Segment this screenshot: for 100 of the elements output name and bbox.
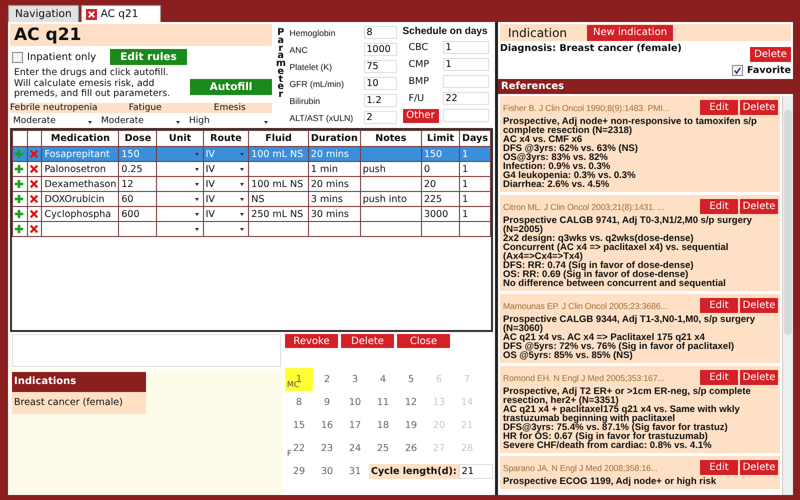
reference-text: AC q21 x4 vs. AC x4 => Paclitaxel 175 q21 x4 bbox=[503, 333, 705, 342]
day-number[interactable]: 19 bbox=[404, 420, 418, 431]
reference-text: HR for OS: 0.67 (Sig in favor for trastuzumab) bbox=[503, 432, 708, 441]
add-icon[interactable] bbox=[14, 164, 24, 174]
delete-button[interactable]: Delete bbox=[740, 100, 778, 115]
checkbox[interactable] bbox=[732, 65, 743, 76]
indication-item[interactable]: Breast cancer (female) bbox=[12, 392, 146, 414]
day-number[interactable]: 31 bbox=[348, 466, 362, 477]
scrollbar[interactable] bbox=[782, 96, 793, 495]
input-field[interactable]: 1.2 bbox=[364, 94, 396, 107]
table-cell: 20 mins bbox=[308, 176, 360, 192]
delete-icon[interactable] bbox=[28, 194, 39, 204]
table-cell: 1 bbox=[460, 192, 490, 206]
dropdown[interactable] bbox=[156, 162, 204, 176]
delete-icon[interactable] bbox=[28, 179, 39, 189]
day-number[interactable]: 23 bbox=[320, 443, 334, 454]
tab[interactable]: Navigation bbox=[8, 5, 79, 22]
day-number[interactable]: 24 bbox=[348, 443, 362, 454]
day-number[interactable]: 18 bbox=[376, 420, 390, 431]
delete-icon[interactable] bbox=[28, 224, 39, 234]
input-field[interactable]: 2 bbox=[364, 111, 396, 124]
edit-rules-button[interactable]: Edit rules bbox=[110, 49, 187, 65]
day-number[interactable]: 25 bbox=[376, 443, 390, 454]
action-button[interactable]: Delete bbox=[341, 334, 394, 348]
day-number[interactable]: 10 bbox=[348, 397, 362, 408]
dropdown[interactable] bbox=[156, 222, 204, 236]
action-button[interactable]: Close bbox=[397, 334, 450, 348]
dropdown[interactable]: IV bbox=[203, 146, 249, 162]
input-field[interactable] bbox=[442, 109, 488, 122]
dropdown[interactable]: IV bbox=[203, 162, 249, 176]
day-number[interactable]: 11 bbox=[376, 397, 390, 408]
input-field[interactable]: 1 bbox=[442, 41, 488, 54]
tab[interactable]: AC q21 bbox=[80, 5, 162, 22]
add-icon[interactable] bbox=[14, 224, 24, 234]
add-icon[interactable] bbox=[14, 209, 24, 219]
day-number[interactable]: 2 bbox=[324, 374, 330, 385]
input-field[interactable]: 10 bbox=[364, 77, 396, 90]
checkbox[interactable] bbox=[12, 52, 23, 62]
dropdown[interactable]: IV bbox=[203, 176, 249, 192]
day-number[interactable]: 4 bbox=[380, 374, 386, 385]
caret-icon bbox=[194, 213, 199, 216]
citation-link[interactable]: Sparano JA. N Engl J Med 2008;358:16... bbox=[503, 462, 698, 472]
toxicity-label: Emesis bbox=[212, 102, 247, 113]
dropdown[interactable]: IV bbox=[203, 192, 249, 206]
edit-button[interactable]: Edit bbox=[700, 100, 738, 115]
delete-button[interactable]: Delete bbox=[750, 47, 791, 62]
other-button[interactable]: Other bbox=[402, 108, 438, 122]
delete-button[interactable]: Delete bbox=[740, 199, 778, 214]
table-cell: 30 mins bbox=[308, 206, 360, 222]
day-number[interactable]: 5 bbox=[408, 374, 414, 385]
day-number[interactable]: 8 bbox=[296, 397, 302, 408]
day-number[interactable]: 3 bbox=[352, 374, 358, 385]
new-indication-button[interactable]: New indication bbox=[587, 24, 674, 40]
edit-button[interactable]: Edit bbox=[700, 298, 738, 313]
toxicity-dropdown[interactable]: Moderate bbox=[98, 115, 184, 128]
day-number[interactable]: 22 bbox=[292, 443, 306, 454]
day-number[interactable]: 26 bbox=[404, 443, 418, 454]
citation-link[interactable]: Mamounas EP. J Clin Oncol 2005;23:3686... bbox=[503, 300, 698, 310]
notes-field[interactable] bbox=[12, 334, 281, 367]
toxicity-dropdown[interactable]: Moderate bbox=[10, 115, 96, 128]
input-field[interactable]: 21 bbox=[458, 464, 493, 479]
close-icon[interactable] bbox=[86, 8, 97, 20]
delete-icon[interactable] bbox=[28, 209, 39, 219]
dropdown[interactable] bbox=[156, 192, 204, 206]
edit-button[interactable]: Edit bbox=[700, 199, 738, 214]
edit-button[interactable]: Edit bbox=[700, 370, 738, 385]
delete-button[interactable]: Delete bbox=[740, 298, 778, 313]
input-field[interactable] bbox=[442, 75, 488, 88]
caret-icon bbox=[240, 183, 244, 186]
action-button[interactable]: Revoke bbox=[285, 334, 338, 348]
dropdown[interactable] bbox=[156, 206, 204, 222]
dropdown[interactable]: IV bbox=[203, 206, 249, 222]
dropdown[interactable] bbox=[156, 176, 204, 192]
input-field[interactable]: 8 bbox=[364, 26, 396, 39]
edit-button[interactable]: Edit bbox=[700, 460, 738, 475]
caret-icon bbox=[264, 121, 268, 124]
citation-link[interactable]: Citron ML. J Clin Oncol 2003;21(8):1431. ... bbox=[503, 202, 698, 212]
input-field[interactable]: 22 bbox=[442, 92, 488, 105]
toxicity-dropdown[interactable]: High bbox=[186, 115, 272, 128]
input-field[interactable]: 75 bbox=[364, 60, 396, 73]
delete-icon[interactable] bbox=[28, 164, 39, 174]
dropdown[interactable] bbox=[203, 222, 249, 236]
day-number[interactable]: 12 bbox=[404, 397, 418, 408]
day-number[interactable]: 16 bbox=[320, 420, 334, 431]
citation-link[interactable]: Fisher B. J Clin Oncol 1990;8(9):1483. PMI... bbox=[503, 102, 698, 112]
delete-button[interactable]: Delete bbox=[740, 460, 778, 475]
citation-link[interactable]: Romond EH. N Engl J Med 2005;353:167... bbox=[503, 372, 698, 382]
input-field[interactable]: 1 bbox=[442, 58, 488, 71]
input-field[interactable]: 1000 bbox=[364, 43, 396, 56]
delete-button[interactable]: Delete bbox=[740, 370, 778, 385]
day-number[interactable]: 9 bbox=[324, 397, 330, 408]
day-number[interactable]: 17 bbox=[348, 420, 362, 431]
day-number[interactable]: 15 bbox=[292, 420, 306, 431]
add-icon[interactable] bbox=[14, 194, 24, 204]
autofill-button[interactable]: Autofill bbox=[190, 78, 272, 94]
reference-text: 2x2 design: q3wks vs. q2wks(dose-dense) bbox=[503, 234, 694, 243]
day-number[interactable]: 29 bbox=[292, 466, 306, 477]
day-number[interactable]: 30 bbox=[320, 466, 334, 477]
parameter-name: GFR (mL/min) bbox=[290, 78, 345, 88]
add-icon[interactable] bbox=[14, 179, 24, 189]
